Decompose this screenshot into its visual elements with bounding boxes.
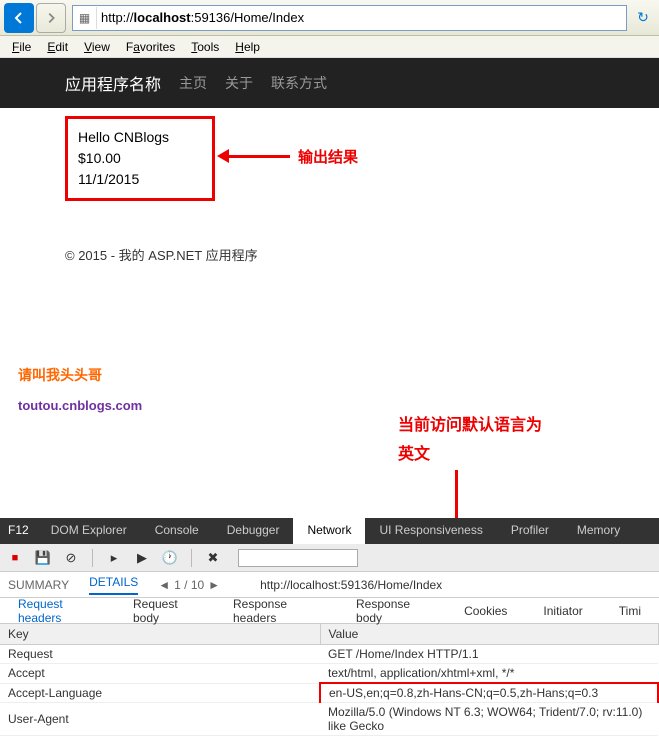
output-line3: 11/1/2015 — [78, 169, 202, 190]
nav-contact[interactable]: 联系方式 — [271, 73, 327, 93]
subtab-request-body[interactable]: Request body — [115, 592, 215, 630]
signature-url: toutou.cnblogs.com — [18, 398, 142, 413]
request-url: http://localhost:59136/Home/Index — [260, 578, 442, 592]
menu-bar: File Edit View Favorites Tools Help — [0, 36, 659, 58]
subtab-timings[interactable]: Timi — [601, 599, 659, 623]
signature-name: 请叫我头头哥 — [18, 365, 102, 385]
subtab-cookies[interactable]: Cookies — [446, 599, 525, 623]
back-button[interactable] — [4, 3, 34, 33]
table-row: Accept-Language en-US,en;q=0.8,zh-Hans-C… — [0, 683, 658, 703]
tab-console[interactable]: Console — [141, 518, 213, 544]
devtools-toolbar: ■ 💾 ⊘ ▸ ▶ 🕐 ✖ — [0, 544, 659, 572]
clear-icon[interactable]: ⊘ — [62, 549, 80, 567]
devtools-panel: F12 DOM Explorer Console Debugger Networ… — [0, 518, 659, 736]
url-text: http://localhost:59136/Home/Index — [97, 10, 308, 25]
devtools-subtabs: Request headers Request body Response he… — [0, 598, 659, 624]
refresh-button[interactable]: ↻ — [631, 9, 655, 26]
output-box: Hello CNBlogs $10.00 11/1/2015 — [65, 116, 215, 201]
nav-home[interactable]: 主页 — [179, 73, 207, 93]
nav-about[interactable]: 关于 — [225, 73, 253, 93]
tab-dom-explorer[interactable]: DOM Explorer — [37, 518, 141, 544]
pager-prev-icon[interactable]: ◄ — [158, 578, 170, 592]
tab-memory[interactable]: Memory — [563, 518, 634, 544]
headers-table: Key Value Request GET /Home/Index HTTP/1… — [0, 624, 659, 736]
tab-ui-responsiveness[interactable]: UI Responsiveness — [365, 518, 496, 544]
subtab-request-headers[interactable]: Request headers — [0, 592, 115, 630]
f12-label: F12 — [0, 518, 37, 544]
save-icon[interactable]: 💾 — [34, 549, 52, 567]
devtools-search[interactable] — [238, 549, 358, 567]
clear-session-icon[interactable]: ✖ — [204, 549, 222, 567]
table-row: Request GET /Home/Index HTTP/1.1 — [0, 645, 658, 664]
accept-language-value: en-US,en;q=0.8,zh-Hans-CN;q=0.5,zh-Hans;… — [320, 683, 658, 703]
play-icon[interactable]: ▶ — [133, 549, 151, 567]
forward-button[interactable] — [36, 3, 66, 33]
brand[interactable]: 应用程序名称 — [65, 71, 161, 95]
menu-view[interactable]: View — [76, 38, 118, 56]
tab-debugger[interactable]: Debugger — [213, 518, 294, 544]
menu-edit[interactable]: Edit — [39, 38, 76, 56]
table-row: Accept text/html, application/xhtml+xml,… — [0, 664, 658, 684]
subtab-response-headers[interactable]: Response headers — [215, 592, 338, 630]
table-row: User-Agent Mozilla/5.0 (Windows NT 6.3; … — [0, 703, 658, 736]
address-bar[interactable]: ▦ http://localhost:59136/Home/Index — [72, 5, 627, 31]
menu-favorites[interactable]: Favorites — [118, 38, 183, 56]
devtools-tabs: F12 DOM Explorer Console Debugger Networ… — [0, 518, 659, 544]
tab-profiler[interactable]: Profiler — [497, 518, 563, 544]
annotation-arrow-1: 输出结果 — [220, 146, 358, 167]
tab-network[interactable]: Network — [293, 518, 365, 544]
annotation-label-1: 输出结果 — [298, 146, 358, 167]
menu-tools[interactable]: Tools — [183, 38, 227, 56]
clock-icon[interactable]: 🕐 — [161, 549, 179, 567]
summary-tab[interactable]: SUMMARY — [8, 578, 69, 592]
record-icon[interactable]: ■ — [6, 549, 24, 567]
annotation-label-2: 当前访问默认语言为 英文 — [398, 412, 542, 470]
subtab-response-body[interactable]: Response body — [338, 592, 446, 630]
filter-icon[interactable]: ▸ — [105, 549, 123, 567]
pager: ◄ 1 / 10 ► — [158, 578, 220, 592]
output-line1: Hello CNBlogs — [78, 127, 202, 148]
footer: © 2015 - 我的 ASP.NET 应用程序 — [65, 245, 659, 264]
menu-help[interactable]: Help — [227, 38, 268, 56]
output-line2: $10.00 — [78, 148, 202, 169]
site-nav: 应用程序名称 主页 关于 联系方式 — [0, 58, 659, 108]
menu-file[interactable]: File — [4, 38, 39, 56]
pager-next-icon[interactable]: ► — [208, 578, 220, 592]
page-icon: ▦ — [73, 7, 97, 29]
subtab-initiator[interactable]: Initiator — [525, 599, 600, 623]
browser-toolbar: ▦ http://localhost:59136/Home/Index ↻ — [0, 0, 659, 36]
